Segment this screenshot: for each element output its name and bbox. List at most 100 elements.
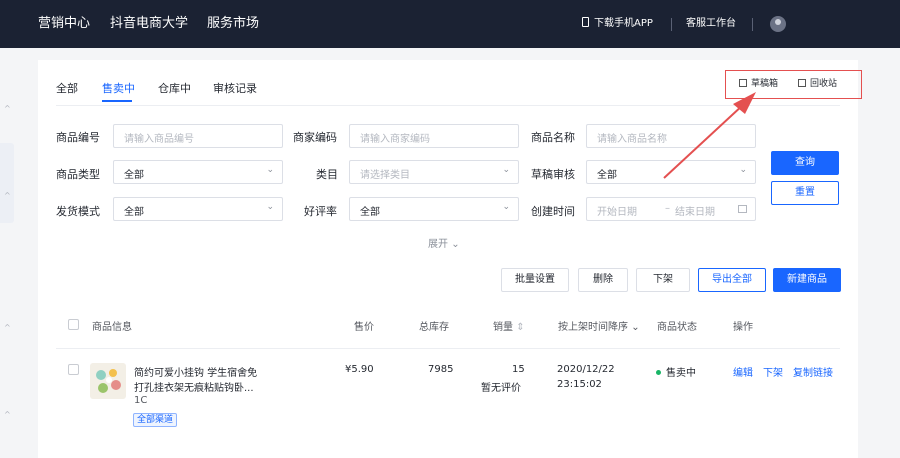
calendar-icon — [738, 205, 747, 213]
category-label: 类目 — [316, 168, 338, 181]
product-name-label: 商品名称 — [531, 131, 575, 144]
sidebar-active-block[interactable] — [0, 143, 14, 223]
top-navbar: 营销中心 抖音电商大学 服务市场 下载手机APP 客服工作台 — [0, 0, 900, 48]
status-dot — [656, 370, 661, 375]
product-thumbnail[interactable] — [90, 363, 126, 399]
tab-review-records[interactable]: 审核记录 — [213, 80, 257, 96]
trash-icon — [798, 79, 806, 87]
batch-settings-button[interactable]: 批量设置 — [501, 268, 569, 292]
recycle-label: 回收站 — [810, 79, 838, 89]
stock-value: 7985 — [428, 364, 454, 375]
unlist-link[interactable]: 下架 — [763, 364, 783, 379]
status-badge: 售卖中 — [656, 364, 696, 379]
category-select[interactable]: 请选择类目 ⌄ — [349, 160, 519, 184]
rating-status: 暂无评价 — [481, 383, 521, 394]
nav-divider — [671, 18, 672, 31]
list-date: 2020/12/22 — [557, 364, 615, 375]
product-title-line1[interactable]: 简约可爱小挂钩 学生宿舍免 — [134, 364, 257, 379]
sales-value: 15 — [512, 364, 525, 375]
merchant-code-input[interactable]: 请输入商家编码 — [349, 124, 519, 148]
rating-select[interactable]: 全部 ⌄ — [349, 197, 519, 221]
status-label: 售卖中 — [666, 368, 696, 379]
product-name-input[interactable]: 请输入商品名称 — [586, 124, 756, 148]
active-tab-indicator — [102, 100, 132, 102]
sort-icon: ⇕ — [516, 322, 525, 333]
drafts-button[interactable]: 草稿箱 — [739, 76, 778, 89]
tab-warehouse[interactable]: 仓库中 — [158, 80, 191, 96]
col-product-info: 商品信息 — [92, 322, 132, 333]
col-total-stock: 总库存 — [419, 322, 449, 333]
chevron-down-icon: ⌄ — [451, 239, 460, 250]
chevron-down-icon: ⌄ — [266, 165, 274, 175]
chevron-up-icon[interactable]: ^ — [4, 323, 11, 332]
chevron-up-icon[interactable]: ^ — [4, 104, 11, 113]
product-image — [96, 369, 121, 393]
tab-all[interactable]: 全部 — [56, 80, 78, 96]
user-avatar[interactable] — [770, 16, 786, 32]
new-product-button[interactable]: 新建商品 — [773, 268, 841, 292]
rating-label: 好评率 — [304, 205, 337, 218]
col-list-time-sort[interactable]: 按上架时间降序 ⌄ — [558, 318, 640, 333]
service-workbench-link[interactable]: 客服工作台 — [686, 0, 736, 48]
col-sales[interactable]: 销量 ⇕ — [493, 318, 525, 333]
product-code: 1C — [134, 395, 148, 406]
list-time: 23:15:02 — [557, 379, 602, 390]
draft-review-select[interactable]: 全部 ⌄ — [586, 160, 756, 184]
phone-icon — [582, 17, 589, 27]
reset-button[interactable]: 重置 — [771, 181, 839, 205]
start-date-placeholder: 开始日期 — [597, 207, 637, 218]
merchant-code-label: 商家编码 — [293, 131, 337, 144]
nav-divider — [752, 18, 753, 31]
product-type-select[interactable]: 全部 ⌄ — [113, 160, 283, 184]
download-app-label: 下载手机APP — [594, 18, 653, 29]
ship-mode-label: 发货模式 — [56, 205, 100, 218]
expand-toggle[interactable]: 展开 ⌄ — [428, 235, 460, 250]
product-panel: 全部 售卖中 仓库中 审核记录 草稿箱 回收站 商品编号 请输入商品编号 商家编… — [38, 60, 862, 458]
date-range-dash: – — [665, 203, 670, 214]
draft-review-value: 全部 — [597, 170, 617, 181]
col-list-time-label: 按上架时间降序 — [558, 322, 628, 333]
product-id-label: 商品编号 — [56, 131, 100, 144]
created-time-range[interactable]: 开始日期 – 结束日期 — [586, 197, 756, 221]
tab-on-sale[interactable]: 售卖中 — [102, 80, 135, 96]
col-price: 售价 — [354, 322, 374, 333]
recycle-bin-button[interactable]: 回收站 — [798, 76, 837, 89]
ship-mode-select[interactable]: 全部 ⌄ — [113, 197, 283, 221]
row-checkbox[interactable] — [68, 364, 79, 375]
product-id-input[interactable]: 请输入商品编号 — [113, 124, 283, 148]
chevron-down-icon: ⌄ — [739, 165, 747, 175]
product-title-line2[interactable]: 打孔挂衣架无痕粘贴钩卧... — [134, 379, 254, 394]
col-actions: 操作 — [733, 322, 753, 333]
end-date-placeholder: 结束日期 — [675, 207, 715, 218]
nav-marketing-center[interactable]: 营销中心 — [38, 0, 90, 48]
export-all-button[interactable]: 导出全部 — [698, 268, 766, 292]
col-sales-label: 销量 — [493, 322, 513, 333]
delete-button[interactable]: 删除 — [578, 268, 628, 292]
product-type-label: 商品类型 — [56, 168, 100, 181]
merchant-code-placeholder: 请输入商家编码 — [360, 134, 430, 145]
chevron-down-icon: ⌄ — [631, 322, 640, 333]
rating-value: 全部 — [360, 207, 380, 218]
select-all-checkbox[interactable] — [68, 319, 79, 330]
price-value: ¥5.90 — [345, 364, 374, 375]
product-name-placeholder: 请输入商品名称 — [597, 134, 667, 145]
copy-link[interactable]: 复制链接 — [793, 364, 833, 379]
edit-link[interactable]: 编辑 — [733, 364, 753, 379]
chevron-up-icon[interactable]: ^ — [4, 191, 11, 200]
unlist-button[interactable]: 下架 — [636, 268, 690, 292]
edit-icon — [739, 79, 747, 87]
query-button[interactable]: 查询 — [771, 151, 839, 175]
chevron-up-icon[interactable]: ^ — [4, 410, 11, 419]
nav-service-market[interactable]: 服务市场 — [207, 0, 259, 48]
sidebar-strip: ^ ^ ^ ^ — [0, 48, 16, 458]
download-app-link[interactable]: 下载手机APP — [582, 0, 653, 48]
chevron-down-icon: ⌄ — [502, 202, 510, 212]
chevron-down-icon: ⌄ — [266, 202, 274, 212]
category-placeholder: 请选择类目 — [360, 170, 410, 181]
nav-douyin-university[interactable]: 抖音电商大学 — [110, 0, 188, 48]
tab-divider — [56, 105, 840, 106]
header-divider — [56, 348, 840, 349]
product-type-value: 全部 — [124, 170, 144, 181]
channel-badge: 全部渠道 — [133, 413, 178, 427]
col-status: 商品状态 — [657, 322, 697, 333]
